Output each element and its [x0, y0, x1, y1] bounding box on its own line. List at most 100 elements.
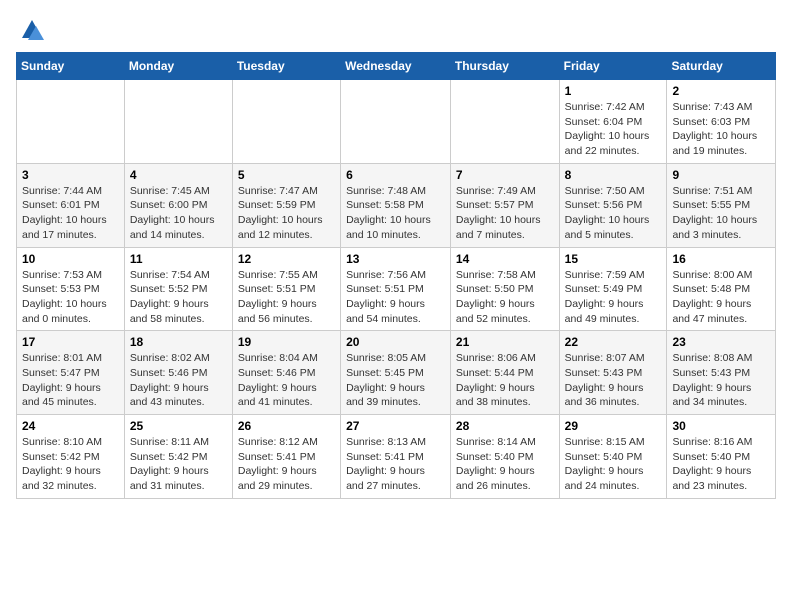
day-number: 24 [22, 419, 119, 433]
calendar-header-tuesday: Tuesday [232, 53, 340, 80]
day-number: 11 [130, 252, 227, 266]
calendar-cell: 4Sunrise: 7:45 AMSunset: 6:00 PMDaylight… [124, 163, 232, 247]
day-number: 1 [565, 84, 662, 98]
calendar-cell [341, 80, 451, 164]
calendar-cell: 5 Sunrise: 7:47 AMSunset: 5:59 PMDaylight… [232, 163, 340, 247]
day-number: 28 [456, 419, 554, 433]
calendar-cell: 18Sunrise: 8:02 AMSunset: 5:46 PMDayligh… [124, 331, 232, 415]
calendar-cell: 8Sunrise: 7:50 AMSunset: 5:56 PMDaylight… [559, 163, 667, 247]
calendar-week-3: 10 Sunrise: 7:53 AMSunset: 5:53 PMDayligh… [17, 247, 776, 331]
day-info: Sunrise: 7:48 AMSunset: 5:58 PMDaylight:… [346, 184, 445, 243]
calendar-cell: 6 Sunrise: 7:48 AMSunset: 5:58 PMDaylight… [341, 163, 451, 247]
calendar-cell: 20 Sunrise: 8:05 AMSunset: 5:45 PMDayligh… [341, 331, 451, 415]
day-number: 19 [238, 335, 335, 349]
day-info: Sunrise: 7:59 AMSunset: 5:49 PMDaylight:… [565, 268, 662, 327]
day-number: 15 [565, 252, 662, 266]
calendar-cell: 7 Sunrise: 7:49 AMSunset: 5:57 PMDaylight… [450, 163, 559, 247]
day-number: 23 [672, 335, 770, 349]
calendar-cell: 2 Sunrise: 7:43 AMSunset: 6:03 PMDaylight… [667, 80, 776, 164]
calendar-cell: 1 Sunrise: 7:42 AMSunset: 6:04 PMDaylight… [559, 80, 667, 164]
day-info: Sunrise: 8:13 AMSunset: 5:41 PMDaylight:… [346, 435, 445, 494]
day-info: Sunrise: 8:00 AMSunset: 5:48 PMDaylight:… [672, 268, 770, 327]
calendar-week-2: 3Sunrise: 7:44 AMSunset: 6:01 PMDaylight… [17, 163, 776, 247]
day-number: 2 [672, 84, 770, 98]
day-number: 12 [238, 252, 335, 266]
calendar-cell: 14 Sunrise: 7:58 AMSunset: 5:50 PMDayligh… [450, 247, 559, 331]
day-info: Sunrise: 7:43 AMSunset: 6:03 PMDaylight:… [672, 100, 770, 159]
day-number: 13 [346, 252, 445, 266]
day-info: Sunrise: 8:16 AMSunset: 5:40 PMDaylight:… [672, 435, 770, 494]
calendar-cell: 27 Sunrise: 8:13 AMSunset: 5:41 PMDayligh… [341, 415, 451, 499]
calendar-table: SundayMondayTuesdayWednesdayThursdayFrid… [16, 52, 776, 499]
day-number: 7 [456, 168, 554, 182]
day-number: 6 [346, 168, 445, 182]
day-number: 5 [238, 168, 335, 182]
calendar-cell: 19 Sunrise: 8:04 AMSunset: 5:46 PMDayligh… [232, 331, 340, 415]
day-info: Sunrise: 7:45 AMSunset: 6:00 PMDaylight:… [130, 184, 227, 243]
day-info: Sunrise: 7:47 AMSunset: 5:59 PMDaylight:… [238, 184, 335, 243]
day-info: Sunrise: 8:02 AMSunset: 5:46 PMDaylight:… [130, 351, 227, 410]
day-info: Sunrise: 7:51 AMSunset: 5:55 PMDaylight:… [672, 184, 770, 243]
day-info: Sunrise: 8:04 AMSunset: 5:46 PMDaylight:… [238, 351, 335, 410]
calendar-cell: 22 Sunrise: 8:07 AMSunset: 5:43 PMDayligh… [559, 331, 667, 415]
calendar-cell: 9 Sunrise: 7:51 AMSunset: 5:55 PMDaylight… [667, 163, 776, 247]
day-number: 26 [238, 419, 335, 433]
day-info: Sunrise: 8:14 AMSunset: 5:40 PMDaylight:… [456, 435, 554, 494]
day-info: Sunrise: 8:07 AMSunset: 5:43 PMDaylight:… [565, 351, 662, 410]
day-number: 3 [22, 168, 119, 182]
calendar-cell: 10 Sunrise: 7:53 AMSunset: 5:53 PMDayligh… [17, 247, 125, 331]
day-info: Sunrise: 8:01 AMSunset: 5:47 PMDaylight:… [22, 351, 119, 410]
calendar-cell: 13 Sunrise: 7:56 AMSunset: 5:51 PMDayligh… [341, 247, 451, 331]
day-number: 27 [346, 419, 445, 433]
day-number: 17 [22, 335, 119, 349]
calendar-cell [450, 80, 559, 164]
calendar-cell [17, 80, 125, 164]
calendar-week-4: 17 Sunrise: 8:01 AMSunset: 5:47 PMDayligh… [17, 331, 776, 415]
calendar-cell: 16 Sunrise: 8:00 AMSunset: 5:48 PMDayligh… [667, 247, 776, 331]
day-info: Sunrise: 7:42 AMSunset: 6:04 PMDaylight:… [565, 100, 662, 159]
day-number: 14 [456, 252, 554, 266]
calendar-cell: 23 Sunrise: 8:08 AMSunset: 5:43 PMDayligh… [667, 331, 776, 415]
day-info: Sunrise: 8:15 AMSunset: 5:40 PMDaylight:… [565, 435, 662, 494]
day-info: Sunrise: 7:53 AMSunset: 5:53 PMDaylight:… [22, 268, 119, 327]
day-info: Sunrise: 8:12 AMSunset: 5:41 PMDaylight:… [238, 435, 335, 494]
day-info: Sunrise: 7:54 AMSunset: 5:52 PMDaylight:… [130, 268, 227, 327]
day-info: Sunrise: 7:49 AMSunset: 5:57 PMDaylight:… [456, 184, 554, 243]
calendar-cell: 25 Sunrise: 8:11 AMSunset: 5:42 PMDayligh… [124, 415, 232, 499]
day-number: 20 [346, 335, 445, 349]
day-info: Sunrise: 8:06 AMSunset: 5:44 PMDaylight:… [456, 351, 554, 410]
day-number: 22 [565, 335, 662, 349]
calendar-cell: 28 Sunrise: 8:14 AMSunset: 5:40 PMDayligh… [450, 415, 559, 499]
calendar-header-row: SundayMondayTuesdayWednesdayThursdayFrid… [17, 53, 776, 80]
calendar-header-wednesday: Wednesday [341, 53, 451, 80]
calendar-cell: 30 Sunrise: 8:16 AMSunset: 5:40 PMDayligh… [667, 415, 776, 499]
day-info: Sunrise: 7:55 AMSunset: 5:51 PMDaylight:… [238, 268, 335, 327]
day-number: 30 [672, 419, 770, 433]
day-info: Sunrise: 8:11 AMSunset: 5:42 PMDaylight:… [130, 435, 227, 494]
day-number: 16 [672, 252, 770, 266]
logo [16, 16, 46, 44]
calendar-header-thursday: Thursday [450, 53, 559, 80]
calendar-cell: 15 Sunrise: 7:59 AMSunset: 5:49 PMDayligh… [559, 247, 667, 331]
day-info: Sunrise: 8:08 AMSunset: 5:43 PMDaylight:… [672, 351, 770, 410]
calendar-header-sunday: Sunday [17, 53, 125, 80]
calendar-cell: 12 Sunrise: 7:55 AMSunset: 5:51 PMDayligh… [232, 247, 340, 331]
logo-text [16, 16, 46, 44]
calendar-header-saturday: Saturday [667, 53, 776, 80]
calendar-cell [232, 80, 340, 164]
day-info: Sunrise: 8:05 AMSunset: 5:45 PMDaylight:… [346, 351, 445, 410]
calendar-cell: 11 Sunrise: 7:54 AMSunset: 5:52 PMDayligh… [124, 247, 232, 331]
calendar-cell: 29Sunrise: 8:15 AMSunset: 5:40 PMDayligh… [559, 415, 667, 499]
day-number: 10 [22, 252, 119, 266]
day-info: Sunrise: 7:50 AMSunset: 5:56 PMDaylight:… [565, 184, 662, 243]
day-number: 9 [672, 168, 770, 182]
calendar-header-monday: Monday [124, 53, 232, 80]
logo-icon [18, 16, 46, 44]
header [16, 16, 776, 44]
day-info: Sunrise: 7:56 AMSunset: 5:51 PMDaylight:… [346, 268, 445, 327]
calendar-cell: 26 Sunrise: 8:12 AMSunset: 5:41 PMDayligh… [232, 415, 340, 499]
day-number: 25 [130, 419, 227, 433]
calendar-cell: 17 Sunrise: 8:01 AMSunset: 5:47 PMDayligh… [17, 331, 125, 415]
calendar-week-5: 24Sunrise: 8:10 AMSunset: 5:42 PMDayligh… [17, 415, 776, 499]
day-info: Sunrise: 7:58 AMSunset: 5:50 PMDaylight:… [456, 268, 554, 327]
